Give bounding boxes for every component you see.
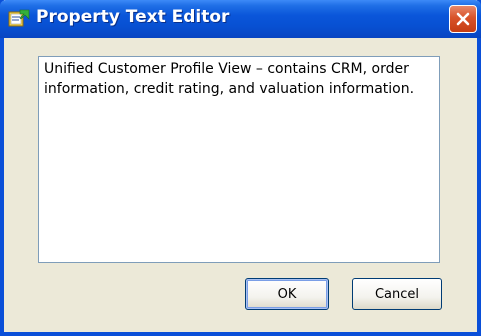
close-button[interactable] — [449, 5, 477, 33]
property-text-area[interactable]: Unified Customer Profile View – contains… — [38, 56, 440, 263]
close-icon — [456, 12, 470, 26]
ok-button[interactable]: OK — [245, 278, 329, 310]
title-bar[interactable]: Property Text Editor — [0, 0, 481, 38]
property-editor-icon — [8, 9, 30, 27]
property-text-editor-dialog: Property Text Editor Unified Customer Pr… — [0, 0, 481, 336]
cancel-button[interactable]: Cancel — [352, 278, 442, 310]
window-title: Property Text Editor — [36, 7, 230, 27]
